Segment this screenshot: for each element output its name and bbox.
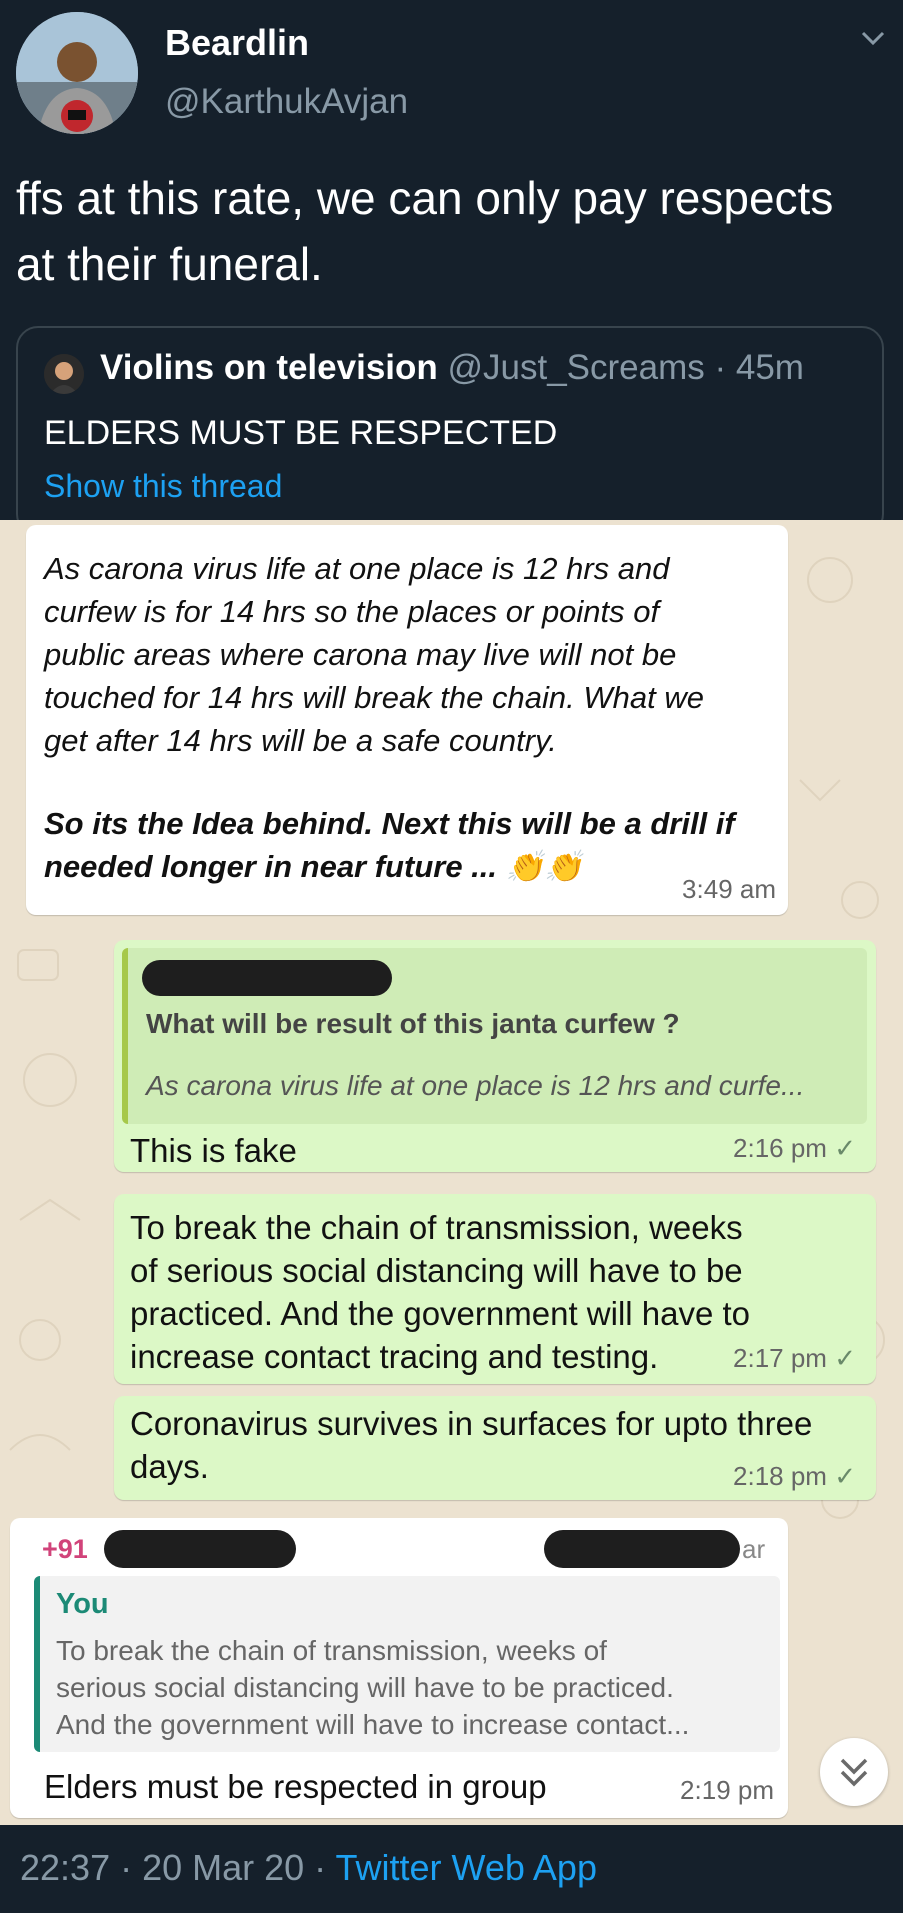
message-incoming-1[interactable]: As carona virus life at one place is 12 … (26, 525, 788, 915)
sender-prefix: +91 (42, 1534, 88, 1564)
tweet-meta: 22:37 · 20 Mar 20 · Twitter Web App (20, 1847, 597, 1889)
reply-line: To break the chain of transmission, week… (56, 1635, 607, 1666)
message-line: get after 14 hrs will be a safe country. (44, 723, 557, 758)
redacted-sender-alias (544, 1530, 740, 1568)
sender-line: +91 ar (42, 1530, 782, 1570)
message-line: touched for 14 hrs will break the chain.… (44, 680, 704, 715)
message-line: Coronavirus survives in surfaces for upt… (130, 1405, 813, 1442)
message-line: of serious social distancing will have t… (130, 1252, 743, 1289)
sent-tick-icon: ✓ (834, 1461, 856, 1491)
message-line-bold: So its the Idea behind. Next this will b… (44, 806, 735, 841)
quoted-author-name: Violins on television (100, 348, 438, 387)
sender-suffix: ar (742, 1534, 766, 1564)
message-line: increase contact tracing and testing. (130, 1338, 659, 1375)
clapping-emoji: 👏👏 (505, 849, 583, 884)
message-line: curfew is for 14 hrs so the places or po… (44, 594, 660, 629)
reply-quote-box[interactable]: You To break the chain of transmission, … (34, 1576, 780, 1752)
message-line-bold-row: needed longer in near future ... 👏👏 (44, 845, 735, 888)
quoted-text: ELDERS MUST BE RESPECTED (44, 414, 558, 452)
message-outgoing-3[interactable]: To break the chain of transmission, week… (114, 1194, 876, 1384)
message-line-bold: needed longer in near future ... (44, 849, 498, 884)
message-time: 2:17 pm (733, 1343, 827, 1373)
message-outgoing-4[interactable]: Coronavirus survives in surfaces for upt… (114, 1396, 876, 1500)
message-time-row: 2:17 pm ✓ (733, 1343, 856, 1374)
author-name[interactable]: Beardlin (165, 22, 309, 64)
message-time-row: 2:18 pm ✓ (733, 1461, 856, 1492)
message-line: As carona virus life at one place is 12 … (44, 551, 670, 586)
message-line: practiced. And the government will have … (130, 1295, 751, 1332)
tweet-timestamp[interactable]: 22:37 · 20 Mar 20 · (20, 1847, 336, 1888)
reply-author: You (56, 1588, 109, 1620)
message-time: 2:18 pm (733, 1461, 827, 1491)
double-chevron-down-icon (840, 1758, 868, 1787)
message-time: 2:19 pm (680, 1775, 774, 1805)
tweet-text: ffs at this rate, we can only pay respec… (16, 172, 834, 290)
tweet-footer: 22:37 · 20 Mar 20 · Twitter Web App (0, 1825, 903, 1913)
redacted-sender-name (104, 1530, 296, 1568)
message-time: 2:16 pm (733, 1133, 827, 1163)
reply-line: serious social distancing will have to b… (56, 1672, 674, 1703)
message-time: 3:49 am (682, 874, 776, 904)
reply-quote-box[interactable]: What will be result of this janta curfew… (122, 948, 867, 1124)
message-text: Coronavirus survives in surfaces for upt… (130, 1402, 812, 1488)
author-avatar[interactable] (16, 12, 138, 134)
sent-tick-icon: ✓ (834, 1343, 856, 1373)
reply-snippet: As carona virus life at one place is 12 … (146, 1070, 805, 1101)
message-text: This is fake (130, 1132, 297, 1169)
message-time-row: 2:16 pm ✓ (733, 1133, 856, 1164)
message-line: To break the chain of transmission, week… (130, 1209, 743, 1246)
quoted-author-line: Violins on television @Just_Screams · 45… (100, 348, 804, 388)
chat-screenshot: As carona virus life at one place is 12 … (0, 520, 903, 1825)
show-thread-link[interactable]: Show this thread (44, 468, 282, 505)
message-line: days. (130, 1448, 209, 1485)
message-text: As carona virus life at one place is 12 … (44, 547, 735, 888)
message-text: To break the chain of transmission, week… (130, 1206, 750, 1378)
message-line: public areas where carona may live will … (44, 637, 677, 672)
quoted-handle-time: @Just_Screams · 45m (447, 348, 804, 387)
chevron-down-icon[interactable] (860, 30, 886, 53)
sent-tick-icon: ✓ (834, 1133, 856, 1163)
tweet-source-app[interactable]: Twitter Web App (336, 1847, 597, 1888)
quoted-avatar (44, 354, 84, 394)
author-handle[interactable]: @KarthukAvjan (165, 82, 408, 122)
message-text: Elders must be respected in group (44, 1768, 547, 1805)
tweet-header: Beardlin @KarthukAvjan ffs at this rate,… (0, 0, 903, 536)
message-incoming-5[interactable]: +91 ar You To break the chain of transmi… (10, 1518, 788, 1818)
reply-title: What will be result of this janta curfew… (146, 1008, 680, 1039)
quoted-tweet-card[interactable]: Violins on television @Just_Screams · 45… (16, 326, 884, 536)
reply-snippet: To break the chain of transmission, week… (56, 1632, 689, 1743)
reply-line: And the government will have to increase… (56, 1709, 690, 1740)
scroll-down-button[interactable] (820, 1738, 888, 1806)
message-outgoing-2[interactable]: What will be result of this janta curfew… (114, 940, 876, 1172)
redacted-name (142, 960, 392, 996)
